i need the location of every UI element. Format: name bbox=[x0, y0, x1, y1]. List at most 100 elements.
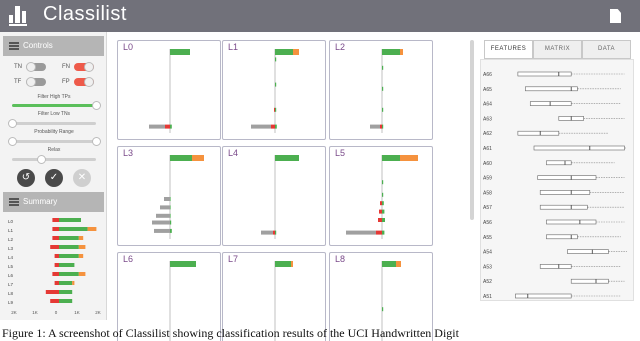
summary-header[interactable]: Summary bbox=[3, 192, 104, 212]
summary-red-bar bbox=[52, 218, 59, 222]
feature-box bbox=[529, 101, 572, 106]
summary-row-label: L6 bbox=[8, 273, 14, 278]
feature-box bbox=[539, 264, 572, 269]
slider-relax[interactable] bbox=[12, 155, 96, 164]
slider-high-tps[interactable] bbox=[12, 101, 101, 110]
slider-probability-high-knob[interactable] bbox=[92, 137, 101, 146]
feature-label: A54 bbox=[483, 250, 492, 256]
summary-red-bar bbox=[45, 290, 59, 294]
feature-box bbox=[546, 160, 572, 166]
orange-bar bbox=[400, 49, 403, 55]
green-bar bbox=[382, 209, 385, 214]
slider-low-tns[interactable] bbox=[8, 119, 96, 128]
gray-bar bbox=[154, 228, 170, 233]
slider-probability-low-knob[interactable] bbox=[8, 137, 17, 146]
summary-green-bar bbox=[59, 263, 75, 267]
summary-red-bar bbox=[52, 272, 59, 276]
green-bar bbox=[275, 230, 277, 235]
class-card[interactable]: L3 bbox=[117, 146, 221, 246]
undo-icon: ↺ bbox=[21, 172, 31, 183]
summary-header-label: Summary bbox=[23, 197, 58, 206]
summary-green-bar bbox=[59, 281, 73, 285]
gray-bar bbox=[152, 220, 170, 225]
feature-box bbox=[537, 175, 597, 180]
summary-red-bar bbox=[54, 254, 59, 258]
class-card[interactable]: L0 bbox=[117, 40, 221, 140]
green-bar bbox=[170, 205, 171, 210]
gray-bar bbox=[261, 230, 273, 235]
summary-orange-bar bbox=[78, 254, 84, 258]
slider-high-tps-knob[interactable] bbox=[92, 101, 101, 110]
slider-label-relax: Relax bbox=[47, 147, 61, 153]
controls-header[interactable]: Controls bbox=[3, 36, 104, 56]
class-card[interactable]: L5 bbox=[329, 146, 433, 246]
summary-tick-label: 1K bbox=[32, 310, 38, 315]
app-title: Classilist bbox=[43, 3, 127, 25]
feature-box bbox=[515, 293, 572, 299]
class-card[interactable]: L1 bbox=[222, 40, 326, 140]
summary-green-bar bbox=[59, 272, 79, 276]
apply-button[interactable]: ✓ bbox=[45, 169, 63, 187]
summary-orange-bar bbox=[72, 281, 75, 285]
summary-orange-bar bbox=[87, 227, 97, 231]
feature-box bbox=[570, 278, 609, 284]
logo-icon bbox=[9, 6, 37, 26]
card-histogram bbox=[152, 155, 204, 239]
summary-row-label: L7 bbox=[8, 282, 14, 287]
slider-relax-knob[interactable] bbox=[37, 155, 46, 164]
tab-matrix[interactable]: MATRIX bbox=[533, 40, 582, 59]
toggle-tf[interactable] bbox=[26, 77, 46, 87]
green-bar bbox=[382, 180, 384, 185]
slider-low-tns-knob[interactable] bbox=[8, 119, 17, 128]
feature-label: A52 bbox=[483, 279, 492, 285]
green-bar bbox=[382, 107, 384, 112]
green-bar bbox=[382, 65, 384, 70]
summary-row-label: L8 bbox=[8, 291, 14, 296]
reset-button[interactable]: ↺ bbox=[17, 169, 35, 187]
feature-box bbox=[533, 145, 625, 151]
green-bar bbox=[382, 124, 384, 129]
toggle-label-tn: TN bbox=[14, 64, 22, 70]
green-bar bbox=[170, 49, 190, 55]
orange-bar bbox=[192, 155, 204, 161]
red-bar bbox=[376, 230, 382, 235]
slider-probability[interactable] bbox=[8, 137, 101, 146]
red-bar bbox=[380, 201, 382, 206]
green-bar bbox=[382, 201, 384, 206]
panel-scrollbar[interactable] bbox=[470, 40, 474, 220]
green-bar bbox=[275, 82, 277, 87]
tab-features[interactable]: FEATURES bbox=[484, 40, 533, 59]
summary-red-bar bbox=[54, 263, 59, 267]
green-bar bbox=[382, 230, 385, 235]
green-bar bbox=[170, 220, 172, 225]
green-bar bbox=[382, 218, 385, 222]
toggle-fn[interactable] bbox=[74, 62, 94, 72]
summary-orange-bar bbox=[78, 245, 86, 249]
clear-button[interactable]: ✕ bbox=[73, 169, 91, 187]
card-histogram bbox=[149, 49, 190, 133]
green-bar bbox=[170, 197, 171, 201]
green-bar bbox=[170, 213, 171, 218]
green-bar bbox=[275, 49, 293, 55]
class-card[interactable]: L2 bbox=[329, 40, 433, 140]
toggle-fp[interactable] bbox=[74, 77, 94, 87]
red-bar bbox=[380, 124, 382, 129]
document-icon[interactable] bbox=[610, 9, 621, 23]
summary-row-label: L9 bbox=[8, 300, 14, 305]
summary-red-bar bbox=[50, 245, 59, 249]
tab-data[interactable]: DATA bbox=[582, 40, 631, 59]
feature-label: A66 bbox=[483, 72, 492, 78]
feature-box bbox=[567, 249, 609, 254]
toggle-label-fp: FP bbox=[62, 79, 70, 85]
green-bar bbox=[170, 155, 192, 161]
green-bar bbox=[275, 57, 277, 62]
feature-label: A62 bbox=[483, 131, 492, 137]
class-card[interactable]: L4 bbox=[222, 146, 326, 246]
gray-bar bbox=[370, 124, 380, 129]
toggle-tn[interactable] bbox=[26, 62, 46, 72]
feature-label: A56 bbox=[483, 220, 492, 226]
green-bar bbox=[275, 155, 299, 161]
feature-box bbox=[539, 204, 588, 210]
red-bar bbox=[274, 107, 275, 112]
feature-boxplots: A66 A65 A64 A63 A62 A61 A60 A59 A58 A57 A56 A55 A54 A… bbox=[483, 71, 627, 300]
